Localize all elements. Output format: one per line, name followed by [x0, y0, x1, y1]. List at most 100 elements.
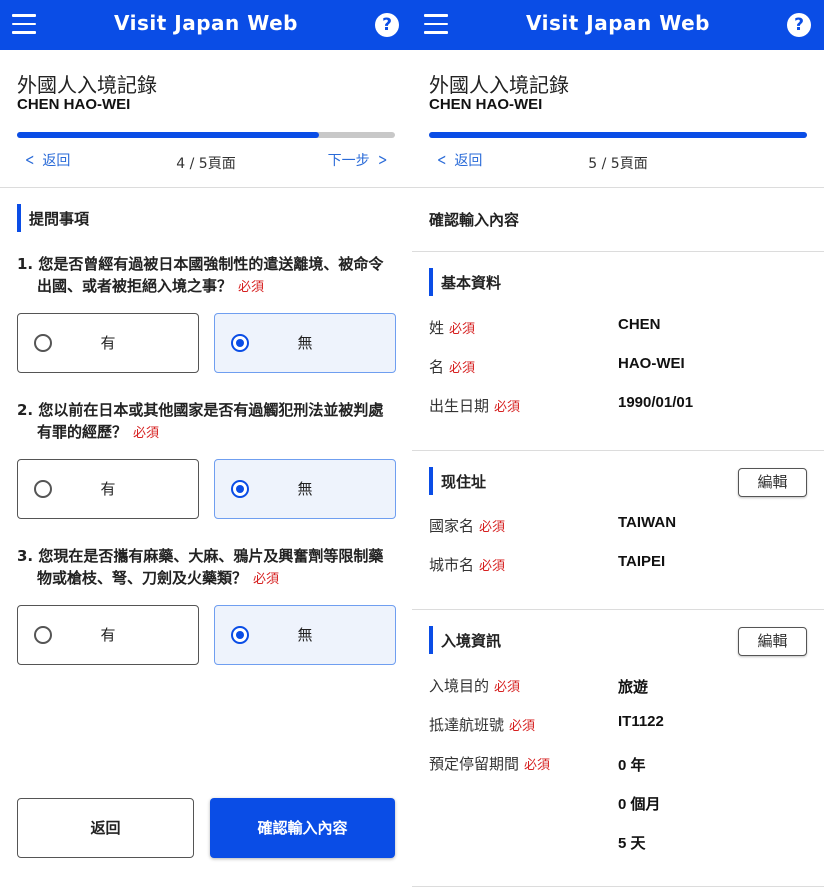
field-value-purpose: 旅遊: [618, 679, 649, 696]
page-title: 外國人入境記錄: [429, 73, 569, 97]
label-text: 預定停留期間: [429, 755, 520, 773]
divider: [412, 609, 824, 610]
section-heading-address: 现住址: [429, 467, 486, 495]
label-text: 抵達航班號: [429, 716, 505, 734]
chevron-right-icon: >: [377, 150, 387, 169]
required-badge: 必須: [479, 559, 506, 574]
required-badge: 必須: [509, 719, 536, 734]
questions-screen: Visit Japan Web ? 外國人入境記錄 CHEN HAO-WEI <…: [0, 0, 412, 891]
divider: [0, 187, 412, 188]
next-link-label: 下一步: [327, 153, 370, 169]
help-icon[interactable]: ?: [375, 13, 399, 37]
edit-address-button[interactable]: 編輯: [738, 468, 807, 497]
section-heading-entry: 入境資訊: [429, 626, 501, 654]
section-title: 入境資訊: [441, 631, 502, 650]
field-label-purpose: 入境目的 必須: [429, 675, 520, 696]
q3-option-yes[interactable]: 有: [17, 605, 199, 665]
label-text: 出生日期: [429, 397, 490, 415]
required-badge: 必須: [479, 520, 506, 535]
question-2: 2. 您以前在日本或其他國家是否有過觸犯刑法並被判處有罪的經歷？ 必須: [17, 399, 395, 445]
q3-option-no[interactable]: 無: [214, 605, 396, 665]
divider: [412, 251, 824, 252]
progress-bar-fill: [429, 132, 807, 138]
app-title: Visit Japan Web: [526, 11, 710, 35]
page-indicator: 5 / 5頁面: [588, 156, 648, 172]
option-label: 有: [100, 480, 116, 498]
app-header: Visit Japan Web ?: [412, 0, 824, 50]
option-label: 無: [297, 334, 313, 352]
page-title: 外國人入境記錄: [17, 73, 157, 97]
confirm-heading: 確認輸入內容: [429, 211, 520, 229]
traveler-name: CHEN HAO-WEI: [17, 96, 131, 113]
field-label-given-name: 名必須: [429, 356, 475, 377]
field-value-surname: CHEN: [618, 316, 661, 333]
question-3: 3. 您現在是否攜有麻藥、大麻、鴉片及興奮劑等限制藥物或槍枝、弩、刀劍及火藥類？…: [17, 545, 395, 591]
field-value-given-name: HAO-WEI: [618, 355, 685, 372]
field-value-birthdate: 1990/01/01: [618, 394, 694, 411]
option-label: 有: [100, 626, 116, 644]
field-label-country: 國家名 必須: [429, 515, 505, 536]
question-text: 您現在是否攜有麻藥、大麻、鴉片及興奮劑等限制藥物或槍枝、弩、刀劍及火藥類？: [37, 547, 384, 587]
required-badge: 必須: [449, 322, 476, 337]
field-value-country: TAIWAN: [618, 514, 677, 531]
required-badge: 必須: [238, 280, 265, 295]
confirm-input-button[interactable]: 確認輸入內容: [210, 798, 395, 858]
divider: [412, 187, 824, 188]
option-label: 無: [297, 480, 313, 498]
question-text: 您以前在日本或其他國家是否有過觸犯刑法並被判處有罪的經歷？: [37, 401, 384, 441]
field-value-stay-months: 0 個月: [618, 796, 661, 813]
help-icon[interactable]: ?: [787, 13, 811, 37]
progress-bar-fill: [17, 132, 320, 138]
app-title: Visit Japan Web: [114, 11, 298, 35]
divider: [412, 886, 824, 887]
option-label: 有: [100, 334, 116, 352]
question-number: 2.: [17, 401, 34, 419]
required-badge: 必須: [494, 400, 521, 415]
label-text: 城市名: [429, 556, 475, 574]
field-label-birthdate: 出生日期 必須: [429, 395, 520, 416]
label-text: 國家名: [429, 517, 475, 535]
divider: [412, 450, 824, 451]
option-label: 無: [297, 626, 313, 644]
q2-option-no[interactable]: 無: [214, 459, 396, 519]
question-number: 1.: [17, 255, 34, 273]
traveler-name: CHEN HAO-WEI: [429, 96, 543, 113]
required-badge: 必須: [494, 680, 521, 695]
field-value-flight: IT1122: [618, 713, 664, 730]
required-badge: 必須: [133, 426, 160, 441]
q1-option-yes[interactable]: 有: [17, 313, 199, 373]
section-accent-bar: [429, 268, 433, 296]
section-title: 提問事項: [29, 209, 90, 228]
label-text: 姓: [429, 319, 445, 337]
required-badge: 必須: [524, 758, 551, 773]
confirmation-screen: Visit Japan Web ? 外國人入境記錄 CHEN HAO-WEI <…: [412, 0, 824, 891]
required-badge: 必須: [253, 572, 280, 587]
progress-bar: [17, 132, 395, 138]
required-badge: 必須: [449, 361, 476, 376]
label-text: 入境目的: [429, 677, 490, 695]
progress-bar: [429, 132, 807, 138]
field-value-stay-years: 0 年: [618, 757, 646, 774]
next-link[interactable]: 下一步 >: [328, 150, 395, 170]
section-title: 基本資料: [441, 273, 502, 292]
field-label-city: 城市名 必須: [429, 554, 505, 575]
app-header: Visit Japan Web ?: [0, 0, 412, 50]
label-text: 名: [429, 358, 445, 376]
field-label-stay-period: 預定停留期間 必須: [429, 753, 550, 774]
back-button[interactable]: 返回: [17, 798, 194, 858]
section-accent-bar: [17, 204, 21, 232]
question-1: 1. 您是否曾經有過被日本國強制性的遣送離境、被命令出國、或者被拒絕入境之事？必…: [17, 253, 395, 299]
q2-option-yes[interactable]: 有: [17, 459, 199, 519]
section-title: 现住址: [441, 472, 487, 491]
field-label-flight: 抵達航班號 必須: [429, 714, 535, 735]
field-value-stay-days: 5 天: [618, 835, 646, 852]
q1-option-no[interactable]: 無: [214, 313, 396, 373]
question-number: 3.: [17, 547, 34, 565]
section-accent-bar: [429, 626, 433, 654]
section-heading-basic: 基本資料: [429, 268, 501, 296]
section-heading: 提問事項: [17, 204, 89, 232]
section-accent-bar: [429, 467, 433, 495]
field-value-city: TAIPEI: [618, 553, 666, 570]
edit-entry-button[interactable]: 編輯: [738, 627, 807, 656]
question-text: 您是否曾經有過被日本國強制性的遣送離境、被命令出國、或者被拒絕入境之事？: [37, 255, 384, 295]
